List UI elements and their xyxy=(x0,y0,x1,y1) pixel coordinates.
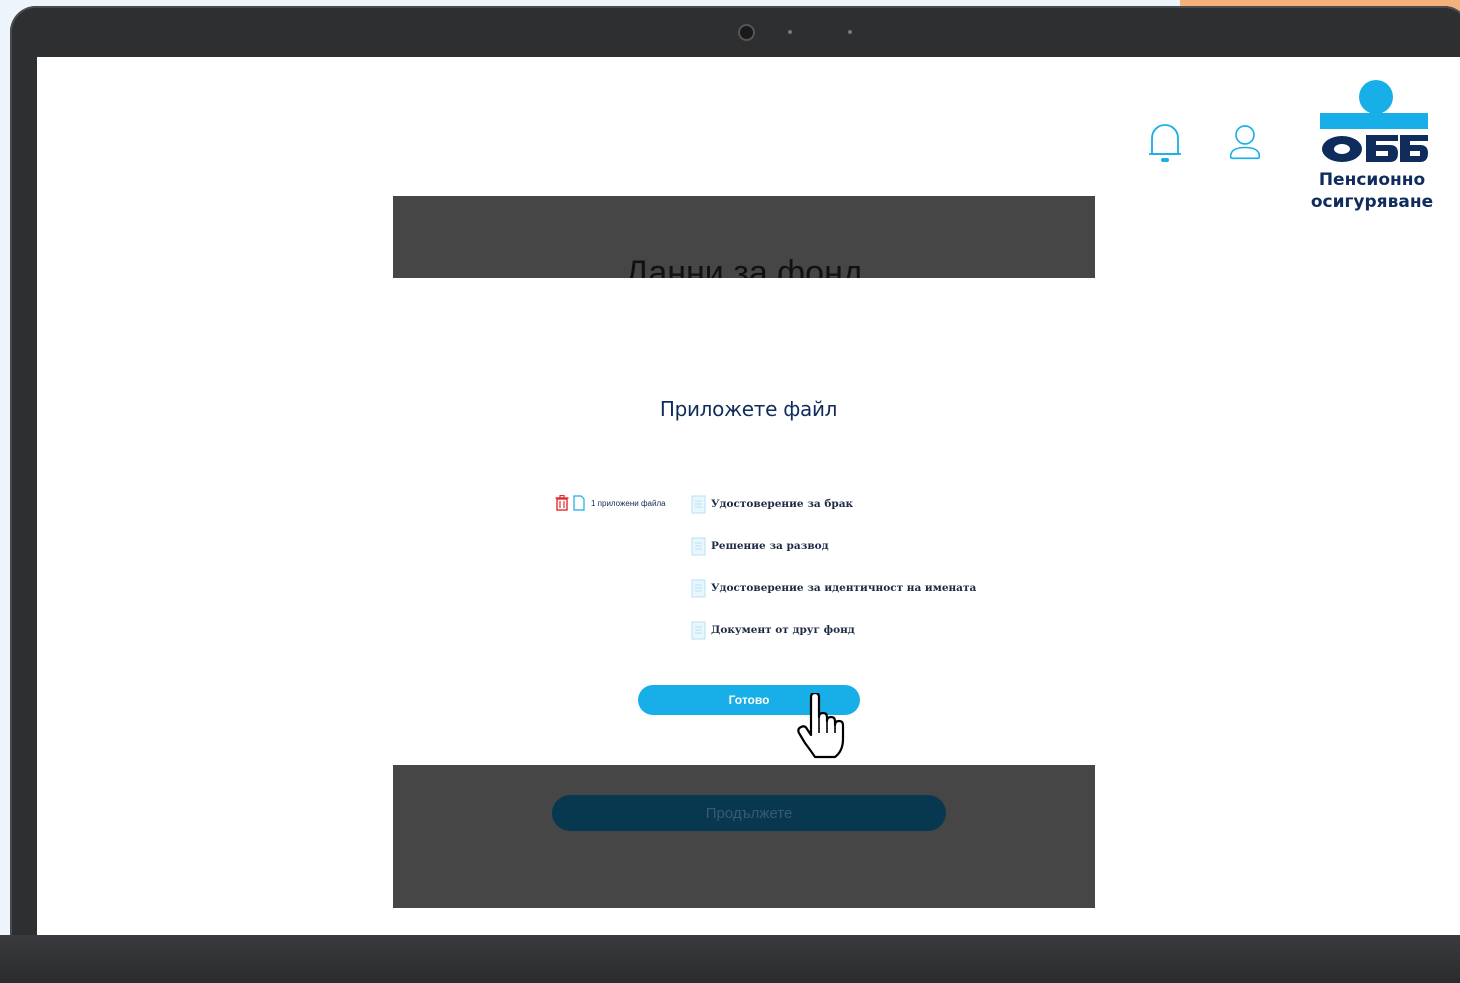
attached-files: 1 приложени файла xyxy=(555,495,666,511)
document-upload-icon xyxy=(691,579,706,598)
logo-line-1: Пенсионно xyxy=(1318,170,1426,190)
document-item-marriage-certificate[interactable]: Удостоверение за брак xyxy=(691,493,976,515)
document-item-other-fund-document[interactable]: Документ от друг фонд xyxy=(691,619,976,641)
hand-pointer-icon xyxy=(797,693,845,759)
attached-count: 1 приложени файла xyxy=(591,498,666,508)
document-item-name-identity-certificate[interactable]: Удостоверение за идентичност на имената xyxy=(691,577,976,599)
user-icon xyxy=(1229,125,1261,160)
document-upload-icon xyxy=(691,495,706,514)
document-label: Удостоверение за идентичност на имената xyxy=(711,582,977,594)
logo-line-2: осигуряване xyxy=(1310,192,1434,212)
document-item-divorce-decision[interactable]: Решение за развод xyxy=(691,535,976,557)
notifications-button[interactable] xyxy=(1147,119,1183,167)
profile-button[interactable] xyxy=(1227,119,1263,167)
document-upload-icon xyxy=(691,621,706,640)
header-actions xyxy=(1147,119,1263,167)
sensor-dot xyxy=(848,30,852,34)
background-overlay-bottom: Продължете xyxy=(393,765,1095,908)
ubb-logo: Пенсионно осигуряване xyxy=(1307,79,1437,213)
bell-icon xyxy=(1149,124,1181,162)
app-screen: Пенсионно осигуряване Данни за фонд Прил… xyxy=(37,57,1460,935)
document-label: Решение за развод xyxy=(711,540,829,552)
continue-button[interactable]: Продължете xyxy=(552,795,946,831)
background-page-title: Данни за фонд xyxy=(625,254,863,278)
trash-icon[interactable] xyxy=(555,495,569,511)
laptop-base xyxy=(0,935,1460,983)
ubb-logo-mark xyxy=(1320,80,1428,162)
background-overlay-top: Данни за фонд xyxy=(393,196,1095,278)
laptop-bezel xyxy=(10,6,1460,56)
document-label: Документ от друг фонд xyxy=(711,624,855,636)
webcam xyxy=(740,26,753,39)
document-upload-icon xyxy=(691,537,706,556)
document-label: Удостоверение за брак xyxy=(711,498,854,510)
file-icon xyxy=(573,495,585,511)
document-list: Удостоверение за брак Решение за развод … xyxy=(691,493,976,661)
modal-title: Приложете файл xyxy=(659,397,838,421)
sensor-dot xyxy=(788,30,792,34)
